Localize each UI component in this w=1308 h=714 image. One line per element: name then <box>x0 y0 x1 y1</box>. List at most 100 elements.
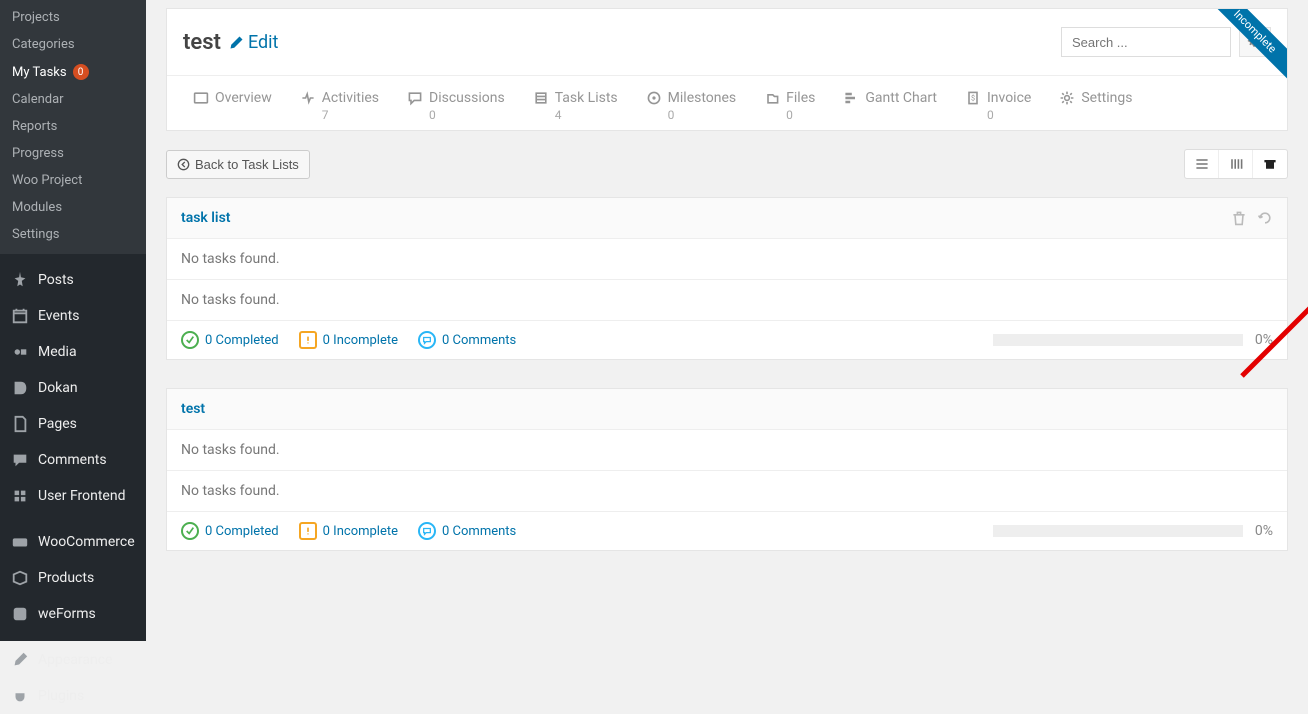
sidebar-item-appearance[interactable]: Appearance <box>0 642 146 678</box>
tasklist-footer: 0 Completed 0 Incomplete 0 Comments 0% <box>167 512 1287 550</box>
tab-gantt[interactable]: Gantt Chart <box>829 76 951 130</box>
overview-icon <box>193 90 209 106</box>
pencil-icon <box>229 35 244 50</box>
check-icon <box>181 522 199 540</box>
dokan-icon <box>10 378 30 398</box>
check-icon <box>181 331 199 349</box>
sidebar-item-weforms[interactable]: weForms <box>0 596 146 632</box>
undo-icon <box>1257 210 1273 226</box>
content-area: test Edit Incomplete Overview Activities… <box>146 0 1308 641</box>
sidebar-sub-woo-project[interactable]: Woo Project <box>0 167 146 194</box>
progress-bar <box>993 525 1243 537</box>
tasklist-title[interactable]: task list <box>181 210 230 226</box>
trash-icon <box>1231 210 1247 226</box>
tab-task-lists[interactable]: Task Lists 4 <box>519 76 632 130</box>
activities-icon <box>300 90 316 106</box>
milestones-icon <box>646 90 662 106</box>
sidebar-item-pages[interactable]: Pages <box>0 406 146 442</box>
brush-icon <box>10 650 30 670</box>
tab-invoice[interactable]: $Invoice 0 <box>951 76 1045 130</box>
sidebar-sub-categories[interactable]: Categories <box>0 31 146 58</box>
tab-discussions[interactable]: Discussions 0 <box>393 76 519 130</box>
incomplete-stat[interactable]: 0 Incomplete <box>299 522 398 540</box>
sidebar-sub-modules[interactable]: Modules <box>0 194 146 221</box>
progress-bar <box>993 334 1243 346</box>
completed-stat[interactable]: 0 Completed <box>181 522 279 540</box>
tasklist-card: test No tasks found. No tasks found. 0 C… <box>166 388 1288 551</box>
chat-icon <box>10 450 30 470</box>
progress: 0% <box>993 332 1273 348</box>
sidebar-sub-projects[interactable]: Projects <box>0 4 146 31</box>
tasklist-empty-row: No tasks found. <box>167 430 1287 471</box>
sidebar-main: Posts Events Media Dokan Pages Comments … <box>0 254 146 714</box>
tasklist-actions <box>1231 210 1273 226</box>
tasklist-empty-row: No tasks found. <box>167 471 1287 512</box>
project-title: test <box>183 30 221 55</box>
delete-tasklist-button[interactable] <box>1231 210 1247 226</box>
back-to-task-lists-button[interactable]: Back to Task Lists <box>166 150 310 179</box>
incomplete-stat[interactable]: 0 Incomplete <box>299 331 398 349</box>
view-grid-button[interactable] <box>1219 150 1253 178</box>
completed-stat[interactable]: 0 Completed <box>181 331 279 349</box>
discussions-icon <box>407 90 423 106</box>
gear-icon <box>1059 90 1075 106</box>
tab-activities[interactable]: Activities 7 <box>286 76 393 130</box>
admin-sidebar: Projects Categories My Tasks 0 Calendar … <box>0 0 146 641</box>
tasklist-card: task list No tasks found. No tasks found… <box>166 197 1288 360</box>
sidebar-item-plugins[interactable]: Plugins <box>0 678 146 714</box>
sidebar-item-media[interactable]: Media <box>0 334 146 370</box>
view-list-button[interactable] <box>1185 150 1219 178</box>
clipboard-icon <box>299 522 317 540</box>
sidebar-sub-reports[interactable]: Reports <box>0 113 146 140</box>
tab-files[interactable]: Files 0 <box>750 76 829 130</box>
clipboard-icon <box>299 331 317 349</box>
progress-pct: 0% <box>1255 332 1273 348</box>
project-tabs: Overview Activities 7 Discussions 0 Task… <box>167 75 1287 130</box>
sidebar-item-events[interactable]: Events <box>0 298 146 334</box>
task-list-toolbar: Back to Task Lists <box>166 149 1288 179</box>
tab-overview[interactable]: Overview <box>179 76 286 130</box>
chat-icon <box>418 331 436 349</box>
sidebar-sub-calendar[interactable]: Calendar <box>0 86 146 113</box>
tasklists-container: task list No tasks found. No tasks found… <box>166 197 1288 551</box>
media-icon <box>10 342 30 362</box>
sidebar-item-user-frontend[interactable]: User Frontend <box>0 478 146 514</box>
woo-icon <box>10 532 30 552</box>
sidebar-item-posts[interactable]: Posts <box>0 262 146 298</box>
pages-icon <box>10 414 30 434</box>
sidebar-item-woocommerce[interactable]: WooCommerce <box>0 524 146 560</box>
sidebar-sub-settings[interactable]: Settings <box>0 221 146 248</box>
tasklist-empty-row: No tasks found. <box>167 239 1287 280</box>
sidebar-sub-progress[interactable]: Progress <box>0 140 146 167</box>
pin-icon <box>10 270 30 290</box>
sidebar-item-dokan[interactable]: Dokan <box>0 370 146 406</box>
search-input[interactable] <box>1061 27 1231 57</box>
tasklist-title[interactable]: test <box>181 401 205 417</box>
plug-icon <box>10 686 30 706</box>
calendar-icon <box>10 306 30 326</box>
view-archive-button[interactable] <box>1253 150 1287 178</box>
edit-project-link[interactable]: Edit <box>229 32 278 53</box>
progress: 0% <box>993 523 1273 539</box>
tab-settings[interactable]: Settings <box>1045 76 1146 130</box>
columns-icon <box>1228 156 1244 172</box>
comments-stat[interactable]: 0 Comments <box>418 331 516 349</box>
restore-tasklist-button[interactable] <box>1257 210 1273 226</box>
tab-milestones[interactable]: Milestones 0 <box>632 76 751 130</box>
list-icon <box>1194 156 1210 172</box>
my-tasks-badge: 0 <box>73 64 89 80</box>
user-frontend-icon <box>10 486 30 506</box>
tasklist-footer: 0 Completed 0 Incomplete 0 Comments 0% <box>167 321 1287 359</box>
invoice-icon: $ <box>965 90 981 106</box>
view-switch <box>1184 149 1288 179</box>
tasklist-empty-row: No tasks found. <box>167 280 1287 321</box>
svg-text:$: $ <box>971 93 975 102</box>
sidebar-item-products[interactable]: Products <box>0 560 146 596</box>
sidebar-item-comments[interactable]: Comments <box>0 442 146 478</box>
sidebar-sub-my-tasks[interactable]: My Tasks 0 <box>0 58 146 86</box>
box-icon <box>10 568 30 588</box>
archive-icon <box>1262 156 1278 172</box>
form-icon <box>10 604 30 624</box>
comments-stat[interactable]: 0 Comments <box>418 522 516 540</box>
progress-pct: 0% <box>1255 523 1273 539</box>
